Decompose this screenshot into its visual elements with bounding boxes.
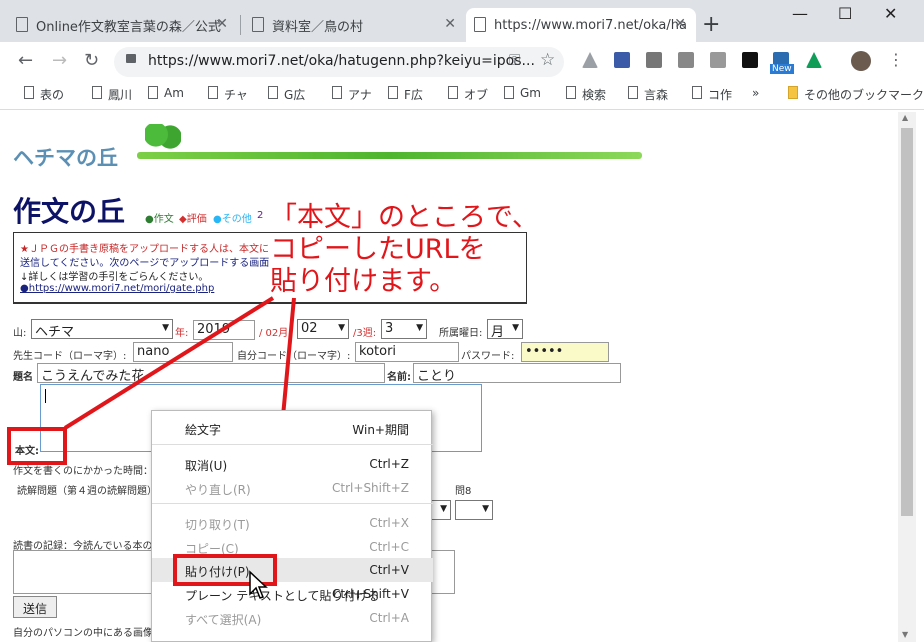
menu-separator: [152, 444, 433, 445]
menu-separator: [152, 503, 433, 504]
arrow-to-body-label: [63, 296, 275, 430]
context-menu: 絵文字 Win+期間 取消(U) Ctrl+Z やり直し(R) Ctrl+Shift+…: [151, 410, 433, 642]
annotation-arrows: [63, 296, 296, 557]
mouse-pointer-icon: [249, 570, 268, 599]
menu-item-emoji[interactable]: 絵文字 Win+期間: [152, 416, 433, 440]
menu-item-redo: やり直し(R) Ctrl+Shift+Z: [185, 481, 409, 497]
menu-item-select-all: すべて選択(A) Ctrl+A: [185, 611, 409, 627]
menu-item-undo[interactable]: 取消(U) Ctrl+Z: [152, 452, 433, 476]
menu-item-cut: 切り取り(T) Ctrl+X: [185, 516, 409, 532]
